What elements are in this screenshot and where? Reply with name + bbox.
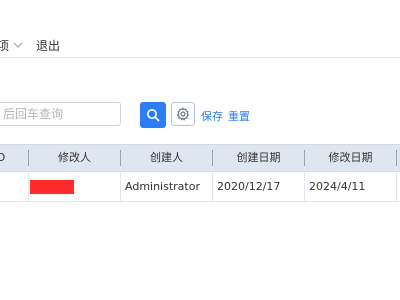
cell-divider	[396, 172, 397, 201]
save-button[interactable]: 保存	[201, 108, 223, 124]
column-header-created-by[interactable]: 创建人	[121, 145, 212, 171]
search-icon	[146, 108, 160, 122]
data-table: O 修改人 创建人 创建日期 修改日期 Administrator 2020/1…	[0, 144, 400, 202]
cell-divider	[28, 172, 29, 201]
redacted-modified-by	[30, 180, 74, 194]
top-bar	[0, 0, 400, 30]
cell-created-date: 2020/12/17	[217, 180, 281, 193]
column-header-modified-by[interactable]: 修改人	[29, 145, 120, 171]
cell-created-by: Administrator	[125, 180, 200, 193]
column-header-created-date[interactable]: 创建日期	[213, 145, 304, 171]
nav-bar: 项 退出	[0, 30, 400, 58]
cell-modified-date: 2024/4/11	[309, 180, 366, 193]
search-button[interactable]	[140, 102, 166, 128]
column-divider[interactable]	[396, 150, 397, 166]
table-header: O 修改人 创建人 创建日期 修改日期	[0, 144, 400, 172]
cell-divider	[120, 172, 121, 201]
table-row[interactable]: Administrator 2020/12/17 2024/4/11	[0, 172, 400, 202]
cell-divider	[212, 172, 213, 201]
chevron-down-icon[interactable]	[12, 36, 24, 48]
column-header-id[interactable]: O	[0, 145, 8, 171]
gear-icon	[176, 107, 190, 121]
nav-menu-label[interactable]: 项	[0, 37, 9, 54]
settings-button[interactable]	[171, 102, 195, 126]
logout-link[interactable]: 退出	[36, 37, 60, 54]
cell-divider	[304, 172, 305, 201]
column-header-modified-date[interactable]: 修改日期	[305, 145, 396, 171]
search-input[interactable]	[0, 102, 121, 126]
reset-button[interactable]: 重置	[228, 108, 250, 124]
